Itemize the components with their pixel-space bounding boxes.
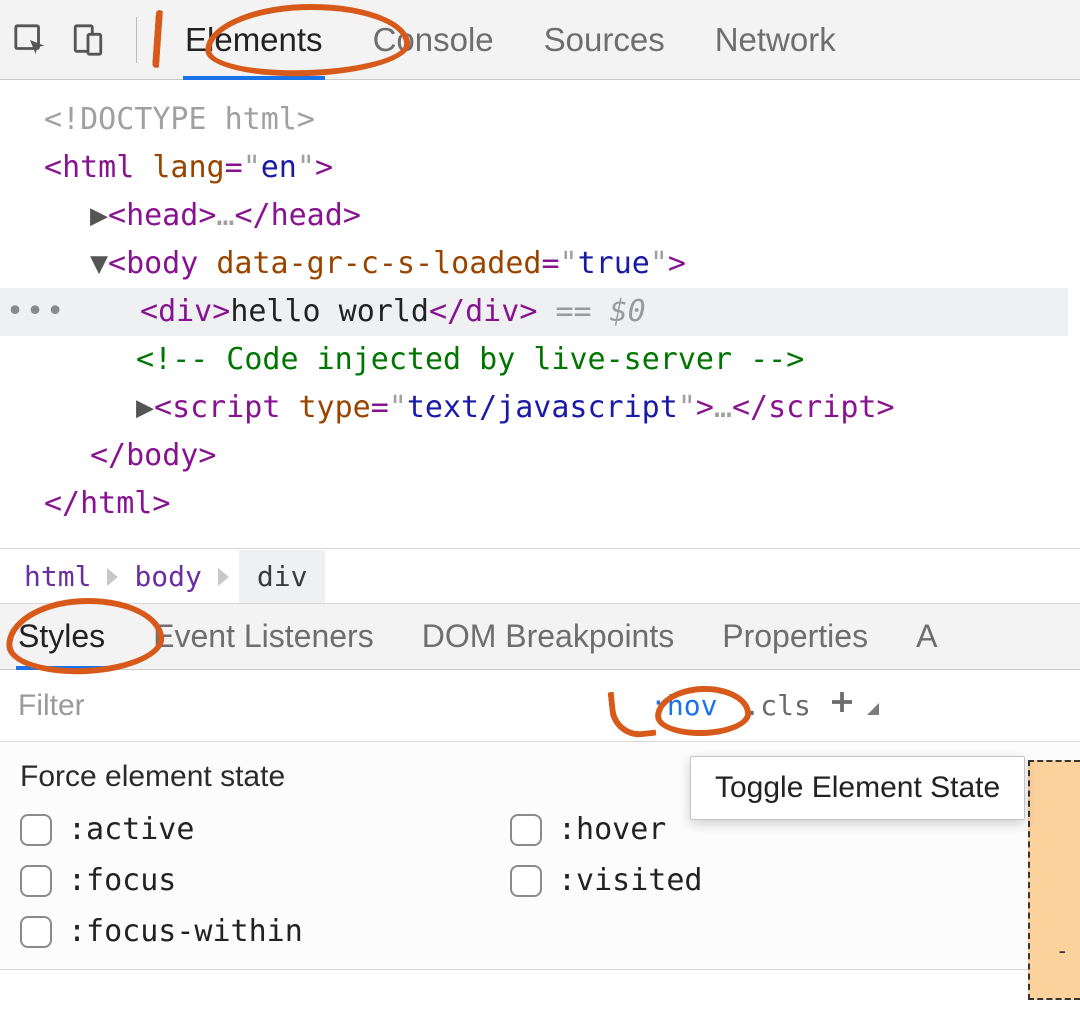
styles-filter-input[interactable] xyxy=(0,670,640,741)
device-toggle-icon[interactable] xyxy=(68,20,108,60)
tab-accessibility[interactable]: A xyxy=(916,604,937,669)
tab-console[interactable]: Console xyxy=(373,0,494,79)
dom-tree[interactable]: <!DOCTYPE html> <html lang="en"> ▶<head>… xyxy=(0,80,1080,548)
tab-styles[interactable]: Styles xyxy=(18,604,105,669)
crumb-html[interactable]: html xyxy=(18,556,97,597)
tooltip-toggle-element-state: Toggle Element State xyxy=(690,756,1025,820)
cls-toggle[interactable]: .cls xyxy=(727,689,826,722)
force-focus-within-label: :focus-within xyxy=(68,914,303,949)
crumb-div[interactable]: div xyxy=(239,550,326,603)
force-focus-label: :focus xyxy=(68,863,176,898)
force-focus-within[interactable]: :focus-within xyxy=(20,914,510,949)
checkbox-icon[interactable] xyxy=(20,916,52,948)
head-node[interactable]: ▶<head>…</head> xyxy=(90,192,1068,240)
force-active-label: :active xyxy=(68,812,194,847)
checkbox-icon[interactable] xyxy=(510,814,542,846)
select-element-icon[interactable] xyxy=(10,20,50,60)
tab-properties[interactable]: Properties xyxy=(722,604,868,669)
crumb-body[interactable]: body xyxy=(128,556,207,597)
checkbox-icon[interactable] xyxy=(20,814,52,846)
body-open[interactable]: ▼<body data-gr-c-s-loaded="true"> xyxy=(90,240,1068,288)
new-style-rule-button[interactable] xyxy=(827,687,857,724)
html-open[interactable]: <html lang="en"> xyxy=(44,144,1068,192)
tab-event-listeners[interactable]: Event Listeners xyxy=(153,604,374,669)
checkbox-icon[interactable] xyxy=(20,865,52,897)
tab-sources[interactable]: Sources xyxy=(544,0,665,79)
main-tabs: Elements Console Sources Network xyxy=(185,0,836,79)
annotation-mark xyxy=(154,10,162,68)
styles-filter-row: :hov .cls xyxy=(0,670,1080,742)
more-icon[interactable]: ••• xyxy=(6,288,66,336)
doctype-line[interactable]: <!DOCTYPE html> xyxy=(44,96,1068,144)
selected-node-row[interactable]: ••• <div>hello world</div> == $0 xyxy=(0,288,1068,336)
chevron-right-icon xyxy=(107,568,118,586)
script-node[interactable]: ▶<script type="text/javascript">…</scrip… xyxy=(136,384,1068,432)
checkbox-icon[interactable] xyxy=(510,865,542,897)
force-visited-label: :visited xyxy=(558,863,703,898)
tab-elements[interactable]: Elements xyxy=(185,0,323,79)
more-menu-icon[interactable] xyxy=(861,697,879,715)
styles-sub-tabs: Styles Event Listeners DOM Breakpoints P… xyxy=(0,604,1080,670)
toolbar-divider xyxy=(136,17,137,63)
box-model-preview: - xyxy=(1028,760,1080,1000)
chevron-right-icon xyxy=(218,568,229,586)
html-close[interactable]: </html> xyxy=(44,480,1068,528)
tab-network[interactable]: Network xyxy=(715,0,836,79)
force-visited[interactable]: :visited xyxy=(510,863,1000,898)
tab-dom-breakpoints[interactable]: DOM Breakpoints xyxy=(422,604,675,669)
breadcrumb: html body div xyxy=(0,548,1080,604)
force-focus[interactable]: :focus xyxy=(20,863,510,898)
force-active[interactable]: :active xyxy=(20,812,510,847)
force-hover-label: :hover xyxy=(558,812,666,847)
body-close[interactable]: </body> xyxy=(90,432,1068,480)
comment-node[interactable]: <!-- Code injected by live-server --> xyxy=(136,336,1068,384)
